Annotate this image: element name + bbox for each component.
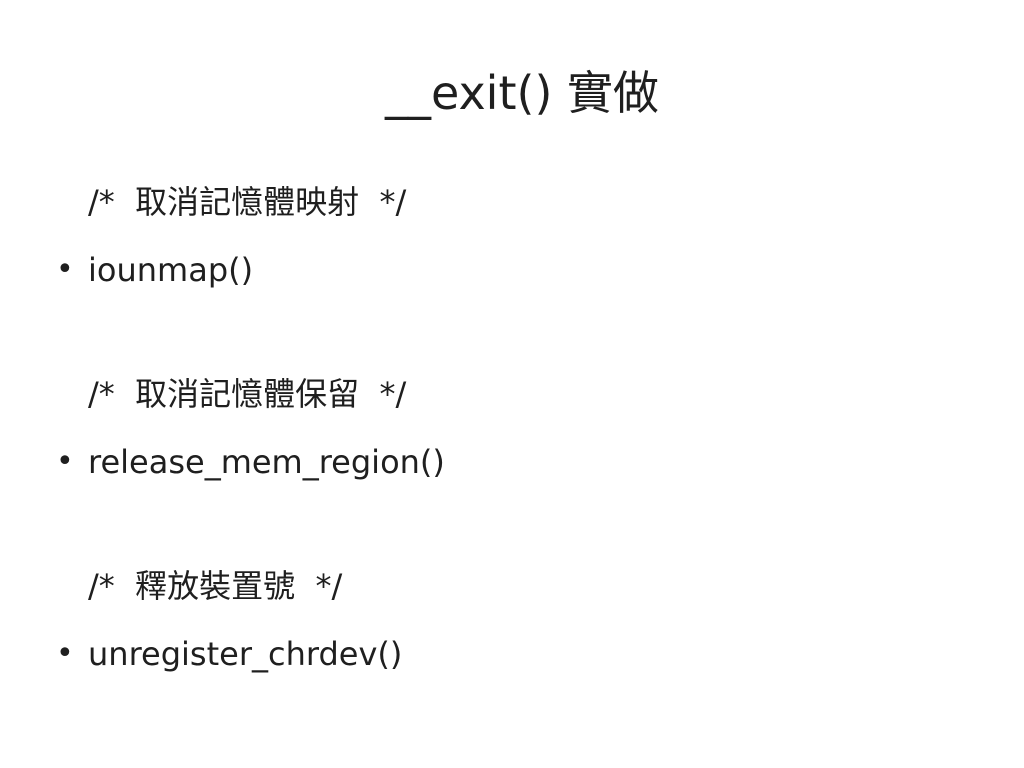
comment-release-memory-region: /* 取消記憶體保留 */ (88, 375, 407, 413)
slide-content: /* 取消記憶體映射 */ • iounmap() /* 取消記憶體保留 */ … (0, 0, 1024, 768)
list-item: • release_mem_region() (0, 440, 1024, 484)
list-item: • iounmap() (0, 248, 1024, 292)
list-item-text: iounmap() (88, 251, 254, 289)
bullet-icon: • (56, 252, 74, 287)
bullet-icon: • (56, 444, 74, 479)
presentation-slide: __exit() 實做 /* 取消記憶體映射 */ • iounmap() /*… (0, 0, 1024, 768)
comment-release-device-number: /* 釋放裝置號 */ (88, 567, 343, 605)
list-item-text: unregister_chrdev() (88, 635, 403, 673)
bullet-icon: • (56, 636, 74, 671)
list-item-text: release_mem_region() (88, 443, 445, 481)
comment-unmap-memory: /* 取消記憶體映射 */ (88, 183, 407, 221)
list-item: • unregister_chrdev() (0, 632, 1024, 676)
